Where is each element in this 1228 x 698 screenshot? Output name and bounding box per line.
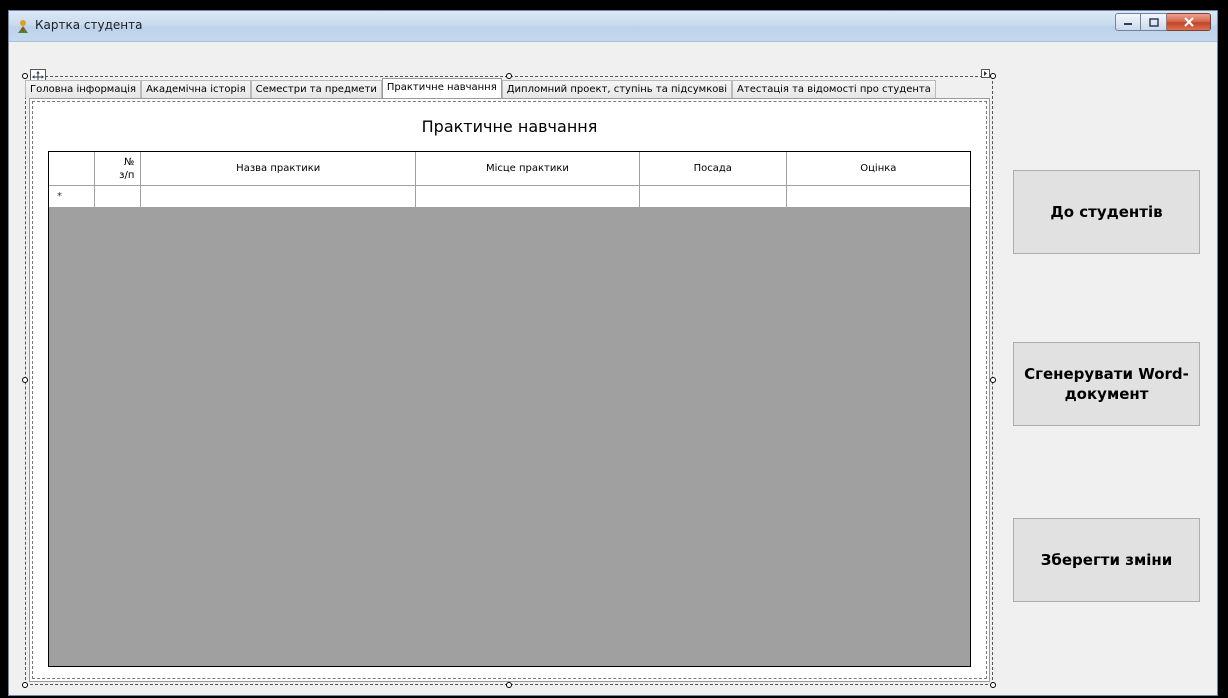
practice-data-grid[interactable]: № з/п Назва практики Місце практики Поса…: [48, 151, 971, 667]
window-title: Картка студента: [35, 18, 143, 32]
client-area: Головна інформація Академічна історія Се…: [9, 42, 1217, 695]
tab-academic-history[interactable]: Академічна історія: [141, 80, 251, 98]
column-header-number[interactable]: № з/п: [94, 152, 142, 186]
title-bar[interactable]: Картка студента: [9, 11, 1217, 42]
save-changes-button[interactable]: Зберегти зміни: [1013, 518, 1200, 602]
column-header-position[interactable]: Посада: [638, 152, 787, 186]
tab-semesters-subjects[interactable]: Семестри та предмети: [250, 80, 382, 98]
new-row-marker: *: [57, 191, 62, 202]
grid-header-row: № з/п Назва практики Місце практики Поса…: [49, 152, 970, 186]
cell-position[interactable]: [638, 185, 787, 208]
app-icon: [18, 20, 28, 33]
resize-handle[interactable]: [22, 377, 28, 383]
maximize-icon: [1148, 17, 1159, 27]
resize-handle[interactable]: [22, 682, 28, 688]
column-header-practice-place[interactable]: Місце практики: [415, 152, 640, 186]
cell-grade[interactable]: [785, 185, 970, 208]
minimize-button[interactable]: [1115, 13, 1141, 31]
resize-handle[interactable]: [990, 682, 996, 688]
minimize-icon: [1124, 23, 1132, 25]
generate-word-button[interactable]: Сгенерувати Word-документ: [1013, 342, 1200, 426]
tab-attestation[interactable]: Атестація та відомості про студента: [732, 80, 936, 98]
cell-practice-place[interactable]: [415, 185, 640, 208]
cell-number[interactable]: [94, 185, 142, 208]
grid-table: № з/п Назва практики Місце практики Поса…: [49, 152, 970, 208]
tab-page-practical-training: Практичне навчання № з/п Назва практики …: [29, 98, 990, 682]
to-students-button[interactable]: До студентів: [1013, 170, 1200, 254]
close-button[interactable]: [1167, 13, 1211, 31]
close-icon: [1183, 17, 1194, 27]
tab-main-info[interactable]: Головна інформація: [25, 80, 142, 98]
column-header-grade[interactable]: Оцінка: [785, 152, 970, 186]
tab-scroll-icon[interactable]: [981, 69, 990, 78]
resize-handle[interactable]: [506, 682, 512, 688]
cell-practice-name[interactable]: [140, 185, 417, 208]
tab-diploma-project[interactable]: Дипломний проект, ступінь та підсумкові: [501, 80, 733, 98]
column-header-practice-name[interactable]: Назва практики: [140, 152, 417, 186]
row-header-corner[interactable]: [49, 152, 96, 186]
table-row[interactable]: *: [49, 185, 970, 208]
resize-handle[interactable]: [990, 73, 996, 79]
tab-strip: Головна інформація Академічна історія Се…: [25, 78, 936, 98]
window-controls: [1115, 13, 1211, 33]
row-header-new[interactable]: *: [49, 185, 96, 208]
section-title: Практичне навчання: [421, 117, 598, 136]
tab-practical-training[interactable]: Практичне навчання: [381, 78, 502, 98]
main-window: Картка студента Головна інформація Акаде…: [8, 10, 1218, 696]
maximize-button[interactable]: [1141, 13, 1167, 31]
resize-handle[interactable]: [990, 377, 996, 383]
